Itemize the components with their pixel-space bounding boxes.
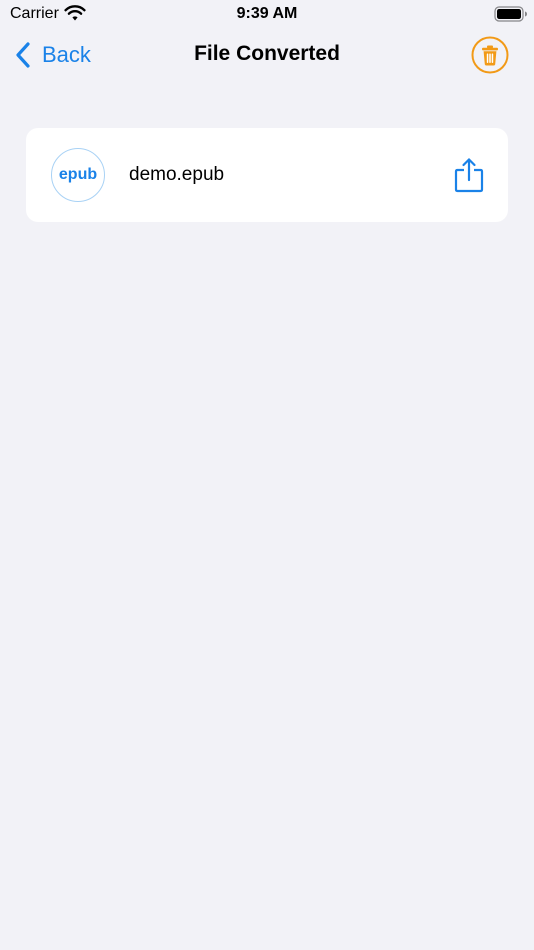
navigation-bar: Back File Converted [0,28,534,84]
share-icon [453,156,485,194]
file-type-label: epub [58,166,98,183]
file-row[interactable]: epub demo.epub [26,128,508,222]
file-name: demo.epub [129,164,225,185]
status-time: 9:39 AM [236,5,298,22]
back-button[interactable]: Back [14,38,91,72]
chevron-left-icon [14,41,32,69]
battery-icon [494,6,528,22]
file-type-badge: epub [51,148,105,202]
share-button[interactable] [453,156,485,194]
status-bar: Carrier 9:39 AM [0,0,534,28]
back-label: Back [42,42,91,67]
trash-icon [471,36,509,74]
delete-button[interactable] [471,36,509,74]
